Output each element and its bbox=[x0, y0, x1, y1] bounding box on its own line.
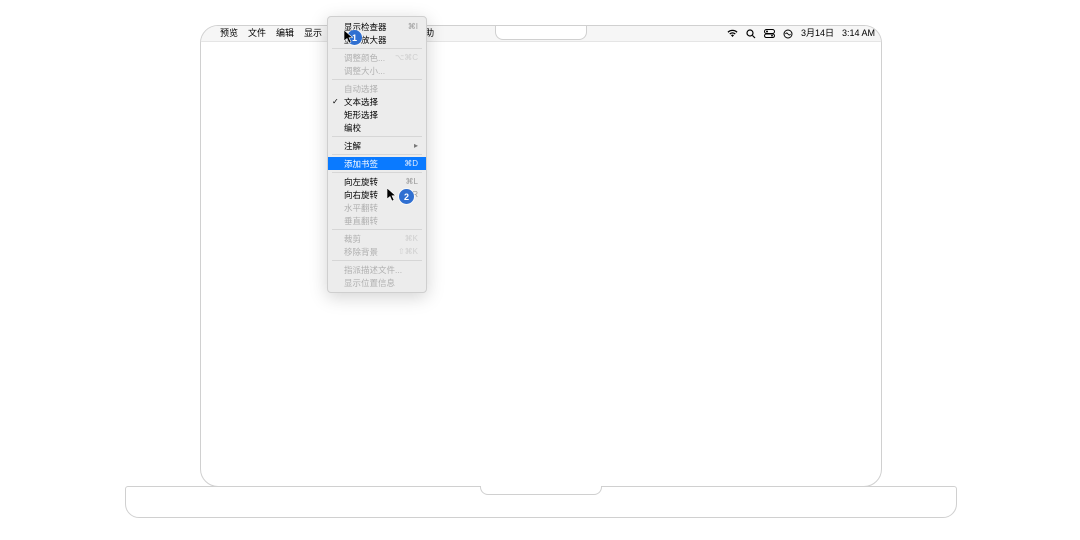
control-center-icon[interactable] bbox=[764, 29, 775, 38]
menu-item: 水平翻转 bbox=[328, 201, 426, 214]
menu-item: 移除背景 ⇧⌘K bbox=[328, 245, 426, 258]
menu-item[interactable]: 编校 bbox=[328, 121, 426, 134]
menu-item-label: 矩形选择 bbox=[344, 109, 378, 121]
menu-item-label: 指派描述文件... bbox=[344, 264, 402, 276]
menu-shortcut: ⇧⌘K bbox=[398, 247, 418, 256]
laptop-base bbox=[125, 486, 957, 518]
menu-item-label: 文本选择 bbox=[344, 96, 378, 108]
menu-item-label: 垂直翻转 bbox=[344, 215, 378, 227]
menu-item-label: 水平翻转 bbox=[344, 202, 378, 214]
menu-item[interactable]: 显示放大器 bbox=[328, 33, 426, 46]
menu-item[interactable]: 显示检查器⌘I bbox=[328, 20, 426, 33]
menu-item-label: 编校 bbox=[344, 122, 361, 134]
menubar-right: 3月14日 3:14 AM bbox=[727, 26, 875, 41]
menu-item-label: 注解 bbox=[344, 140, 361, 152]
laptop-frame: 预览 文件 编辑 显示 前往 工具 窗口 帮助 3月14日 3:14 AM bbox=[200, 25, 882, 487]
menu-preview[interactable]: 预览 bbox=[215, 26, 243, 41]
menu-item: 调整大小... bbox=[328, 64, 426, 77]
menu-shortcut: ⌘K bbox=[405, 234, 418, 243]
siri-icon[interactable] bbox=[783, 29, 793, 39]
wifi-icon[interactable] bbox=[727, 29, 738, 38]
menu-item-label: 显示位置信息 bbox=[344, 277, 395, 289]
check-icon: ✓ bbox=[332, 97, 339, 106]
menu-item-label: 裁剪 bbox=[344, 233, 361, 245]
menu-shortcut: ⌘I bbox=[408, 22, 418, 31]
menu-item: 垂直翻转 bbox=[328, 214, 426, 227]
menu-view[interactable]: 显示 bbox=[299, 26, 327, 41]
search-icon[interactable] bbox=[746, 29, 756, 39]
menu-item-label: 向右旋转 bbox=[344, 189, 378, 201]
menu-item[interactable]: 注解 ▸ bbox=[328, 139, 426, 152]
menu-item-label: 向左旋转 bbox=[344, 176, 378, 188]
notch bbox=[495, 25, 587, 40]
menu-item: 显示位置信息 bbox=[328, 276, 426, 289]
menu-item: 裁剪 ⌘K bbox=[328, 232, 426, 245]
menu-item: 指派描述文件... bbox=[328, 263, 426, 276]
status-time[interactable]: 3:14 AM bbox=[842, 26, 875, 41]
menu-file[interactable]: 文件 bbox=[243, 26, 271, 41]
menu-shortcut: ⌥⌘C bbox=[395, 53, 418, 62]
menu-item[interactable]: 添加书签 ⌘D bbox=[328, 157, 426, 170]
menu-item: 自动选择 bbox=[328, 82, 426, 95]
step-badge-2: 2 bbox=[399, 189, 414, 204]
menu-item-label: 添加书签 bbox=[344, 158, 378, 170]
menu-shortcut: ⌘L bbox=[406, 177, 418, 186]
menu-item-label: 移除背景 bbox=[344, 246, 378, 258]
tools-dropdown: 显示检查器⌘I显示放大器调整颜色... ⌥⌘C 调整大小... 自动选择 ✓ 文本选择矩形… bbox=[327, 16, 427, 293]
menu-item[interactable]: 向左旋转 ⌘L bbox=[328, 175, 426, 188]
chevron-right-icon: ▸ bbox=[414, 141, 418, 150]
status-date[interactable]: 3月14日 bbox=[801, 26, 834, 41]
menu-shortcut: ⌘D bbox=[404, 159, 418, 168]
menu-item: 调整颜色... ⌥⌘C bbox=[328, 51, 426, 64]
menu-item-label: 调整颜色... bbox=[344, 52, 385, 64]
menu-item-label: 自动选择 bbox=[344, 83, 378, 95]
menu-item[interactable]: ✓ 文本选择 bbox=[328, 95, 426, 108]
menu-item[interactable]: 矩形选择 bbox=[328, 108, 426, 121]
menu-edit[interactable]: 编辑 bbox=[271, 26, 299, 41]
menu-item-label: 调整大小... bbox=[344, 65, 385, 77]
